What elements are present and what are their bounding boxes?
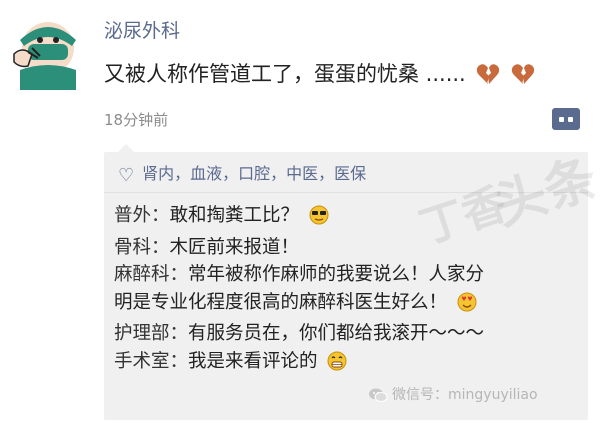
post-content: 又被人称作管道工了，蛋蛋的忧桑 ...... [104, 58, 535, 90]
sunglasses-face-icon [309, 205, 329, 234]
likes-row: ♡ 肾内，血液，口腔，中医，医保 [118, 160, 366, 186]
comment-text: 有服务员在，你们都给我滚开～～～ [188, 323, 485, 344]
comment-item[interactable]: 麻醉科：常年被称作麻师的我要说么！人家分 [114, 261, 578, 289]
comment-author[interactable]: 手术室： [114, 351, 188, 372]
comment-dot-icon [568, 117, 573, 122]
wechat-icon [369, 388, 388, 402]
likes-names[interactable]: 肾内，血液，口腔，中医，医保 [142, 164, 366, 183]
post-text: 又被人称作管道工了，蛋蛋的忧桑 ...... [104, 62, 466, 86]
grinning-face-icon [327, 351, 347, 380]
wechat-watermark: 微信号：mingyuyiliao [368, 384, 538, 404]
comment-author[interactable]: 麻醉科： [114, 264, 188, 285]
comment-item[interactable]: 手术室：我是来看评论的 [114, 348, 578, 380]
broken-heart-icon [476, 63, 500, 90]
comment-item[interactable]: 护理部：有服务员在，你们都给我滚开～～～ [114, 320, 578, 348]
comment-text: 我是来看评论的 [188, 350, 318, 372]
comment-text: 常年被称作麻师的我要说么！人家分 [188, 264, 485, 285]
heart-eyes-face-icon [457, 292, 477, 321]
heart-outline-icon: ♡ [118, 165, 135, 186]
avatar[interactable] [10, 10, 86, 90]
comment-action-button[interactable] [552, 108, 580, 130]
comment-item-continued[interactable]: 明是专业化程度很高的麻醉科医生好么！ [114, 289, 578, 321]
comment-dot-icon [559, 117, 564, 122]
comment-author[interactable]: 骨科： [114, 237, 170, 258]
broken-heart-icon [511, 63, 535, 90]
comment-author[interactable]: 护理部： [114, 323, 188, 344]
comment-text: 明是专业化程度很高的麻醉科医生好么！ [114, 291, 448, 313]
comment-author[interactable]: 普外： [114, 205, 170, 226]
wechat-id: 微信号：mingyuyiliao [392, 387, 538, 403]
username[interactable]: 泌尿外科 [104, 16, 180, 43]
comment-text: 木匠前来报道！ [169, 236, 300, 258]
comment-text: 敢和掏粪工比？ [169, 205, 300, 226]
post-timestamp: 18分钟前 [104, 111, 169, 129]
